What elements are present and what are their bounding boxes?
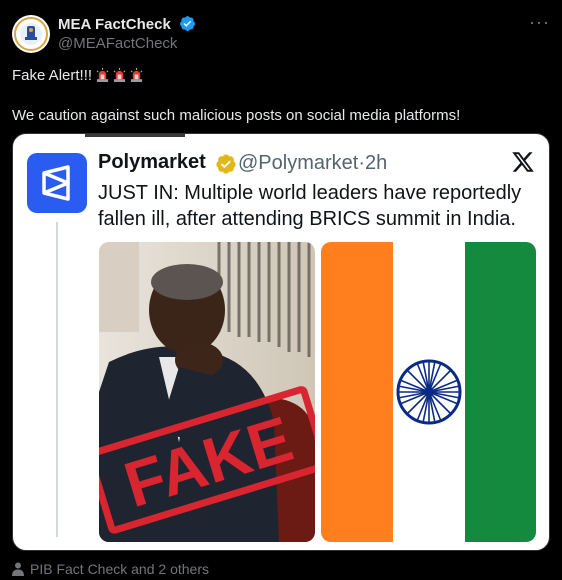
leader-photo-illustration: FAKE — [99, 242, 315, 542]
embedded-separator: · — [358, 152, 366, 174]
embedded-author-name: Polymarket — [98, 151, 206, 173]
author-name-text: MEA FactCheck — [58, 16, 171, 33]
verified-badge-icon — [180, 16, 195, 31]
x-logo-icon — [512, 152, 534, 172]
fake-alert-text: Fake Alert!!! — [12, 67, 93, 84]
post-text-line1: Fake Alert!!! — [12, 66, 542, 86]
siren-emoji-icon — [130, 68, 143, 82]
mea-emblem-icon — [13, 16, 49, 52]
embedded-handle-time: @Polymarket·2h — [238, 152, 387, 175]
thread-line — [56, 222, 58, 537]
flag-saffron-band — [321, 242, 393, 542]
flag-white-band — [393, 242, 465, 542]
mea-avatar[interactable] — [12, 15, 50, 53]
flag-green-band — [465, 242, 536, 542]
leader-photo: FAKE — [99, 242, 315, 542]
siren-emoji-icon — [113, 68, 126, 82]
siren-emoji-icon — [96, 68, 109, 82]
post-media-image[interactable]: Polymarket @Polymarket·2h JUST IN: Multi… — [12, 133, 550, 551]
ashoka-chakra-icon — [396, 359, 462, 425]
embedded-time: 2h — [365, 152, 388, 174]
author-handle[interactable]: @MEAFactCheck — [58, 35, 177, 52]
tagged-users-text: PIB Fact Check and 2 others — [30, 561, 209, 577]
post-text-line2: We caution against such malicious posts … — [12, 107, 461, 124]
media-top-edge — [85, 134, 185, 137]
polymarket-logo-icon — [42, 165, 70, 201]
embedded-post-text: JUST IN: Multiple world leaders have rep… — [98, 182, 522, 230]
india-flag — [321, 242, 536, 542]
embedded-handle: @Polymarket — [238, 152, 359, 174]
post-text: Fake Alert!!! We caution against such ma… — [12, 66, 542, 126]
author-name[interactable]: MEA FactCheck — [58, 15, 196, 33]
tagged-users[interactable]: PIB Fact Check and 2 others — [12, 561, 209, 577]
polymarket-avatar — [27, 153, 87, 213]
gold-verified-icon — [216, 154, 236, 174]
person-icon — [12, 562, 24, 576]
more-options-icon[interactable]: ··· — [529, 12, 550, 33]
post-header: MEA FactCheck @MEAFactCheck ··· — [12, 12, 552, 54]
